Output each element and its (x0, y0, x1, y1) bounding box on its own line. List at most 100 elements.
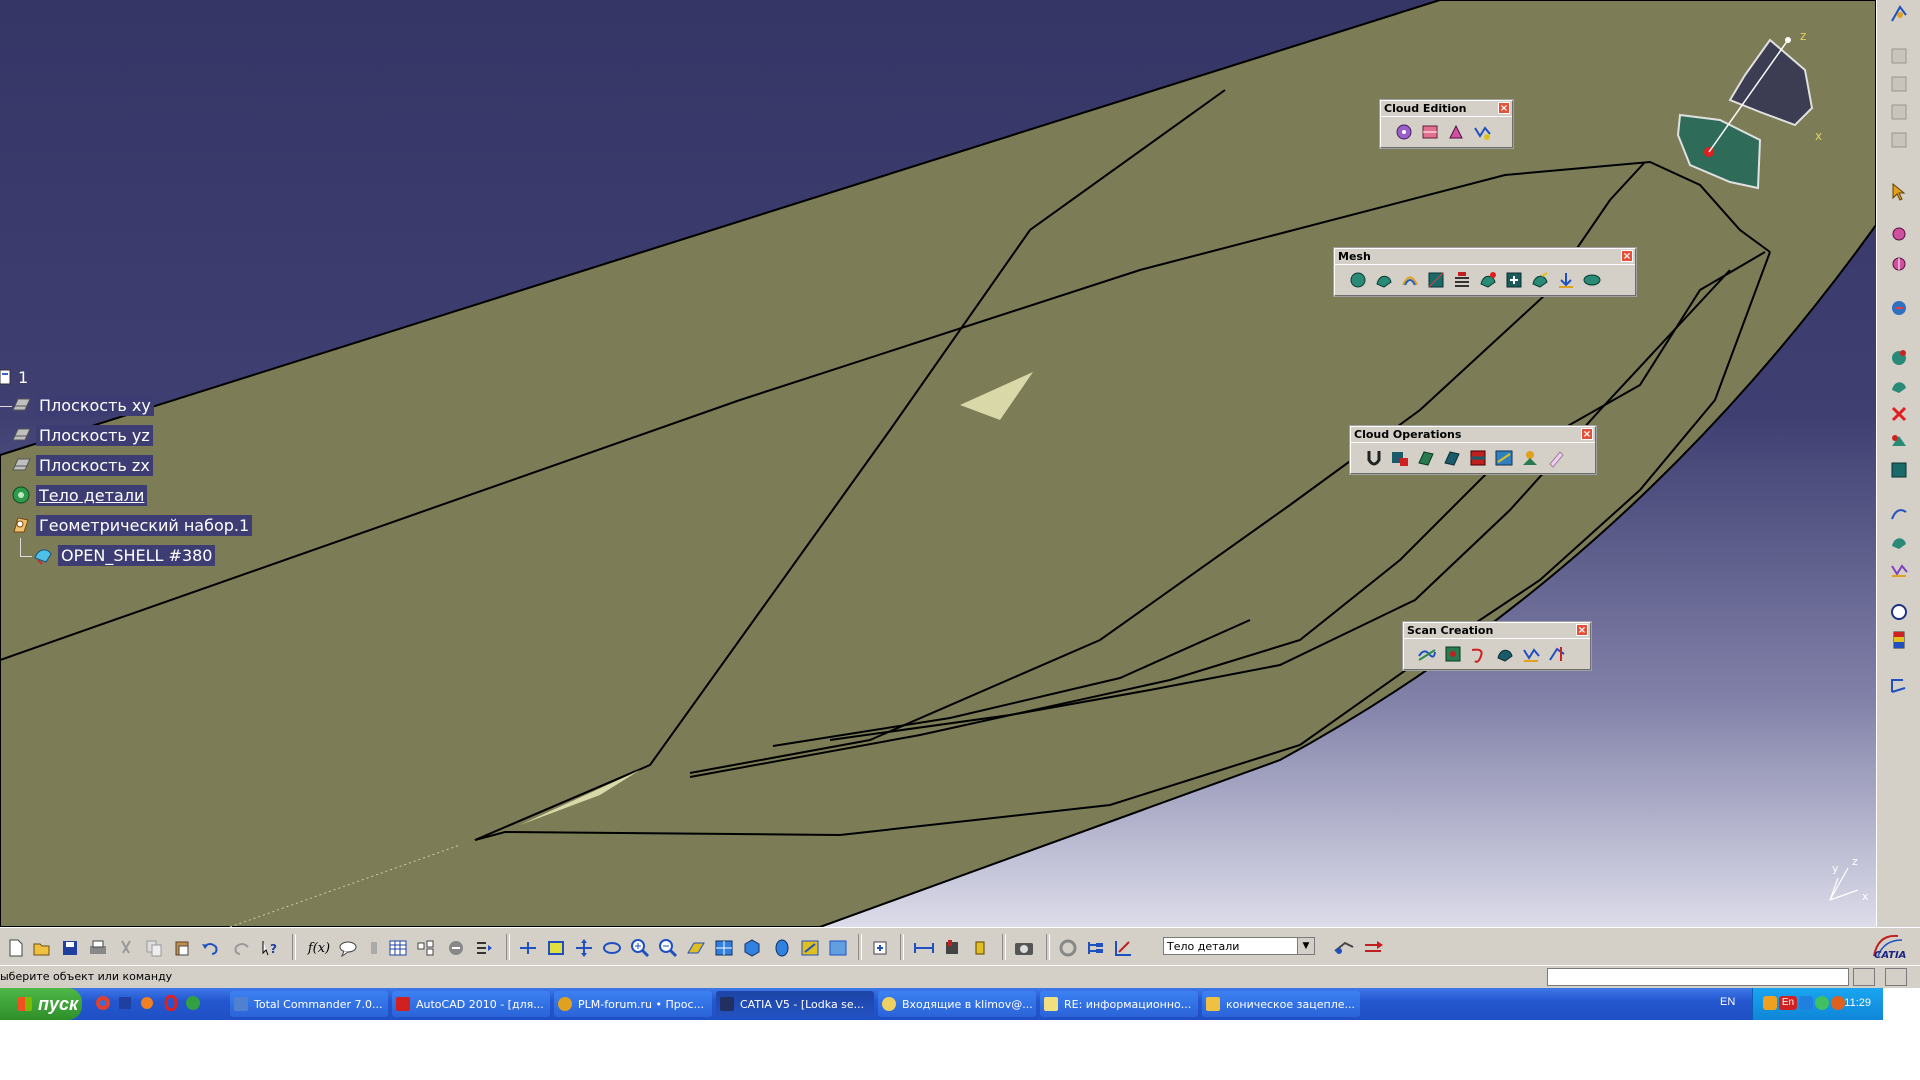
grayed-tool-icon[interactable] (1887, 128, 1911, 152)
tree-item-geometrical-set[interactable]: Геометрический набор.1 (10, 514, 253, 536)
opera-icon[interactable] (162, 994, 180, 1012)
mesh-tool-icon[interactable] (1887, 346, 1911, 370)
language-indicator[interactable]: EN (1720, 996, 1735, 1008)
info-icon[interactable] (1887, 296, 1911, 320)
swap-visible-space-icon[interactable] (826, 936, 850, 960)
reorder-icon[interactable] (1362, 936, 1386, 960)
isometric-view-icon[interactable] (740, 936, 764, 960)
shading-icon[interactable] (770, 936, 794, 960)
cloud-import-icon[interactable] (1887, 222, 1911, 246)
activate-cloud-icon[interactable] (1391, 120, 1417, 144)
align-icon[interactable] (1439, 446, 1465, 470)
merge-clouds-icon[interactable] (1361, 446, 1387, 470)
taskbar-item-catia[interactable]: CATIA V5 - [Lodka se... (716, 991, 874, 1017)
surface-tool-icon[interactable] (1887, 530, 1911, 554)
curve-tool-icon[interactable] (1887, 502, 1911, 526)
mesh-creation-icon[interactable] (1345, 268, 1371, 292)
select-arrow-icon[interactable] (1887, 180, 1911, 204)
tray-app-icon[interactable] (1831, 996, 1845, 1010)
cloud-export-icon[interactable] (1887, 252, 1911, 276)
whats-this-icon[interactable]: ? (258, 936, 282, 960)
close-icon[interactable]: × (1498, 102, 1510, 114)
current-body-select[interactable]: Тело детали ▼ (1163, 937, 1315, 955)
knowledge-icon[interactable] (362, 936, 386, 960)
define-in-work-object-icon[interactable] (1332, 936, 1356, 960)
cloud-operations-toolbar[interactable]: Cloud Operations × (1350, 426, 1596, 474)
tray-network-icon[interactable] (1799, 996, 1813, 1010)
protect-points-icon[interactable] (1469, 120, 1495, 144)
fit-all-icon[interactable] (544, 936, 568, 960)
grayed-tool-icon[interactable] (1887, 100, 1911, 124)
print-icon[interactable] (86, 936, 110, 960)
remove-points-icon[interactable] (1443, 120, 1469, 144)
toolbar-title[interactable]: Mesh × (1335, 249, 1635, 264)
fly-mode-icon[interactable] (516, 936, 540, 960)
power-input-field[interactable] (1547, 968, 1849, 986)
color-scale-icon[interactable] (1887, 628, 1911, 652)
free-edges-icon[interactable] (1466, 642, 1492, 666)
grayed-tool-icon[interactable] (1887, 72, 1911, 96)
copy-icon[interactable] (142, 936, 166, 960)
measure-item-icon[interactable] (940, 936, 964, 960)
status-button[interactable] (1853, 968, 1875, 986)
offset-mesh-icon[interactable] (1371, 268, 1397, 292)
planar-sections-icon[interactable] (1414, 642, 1440, 666)
mesh-tool-icon[interactable] (1887, 458, 1911, 482)
cloud-to-cloud-icon[interactable] (1465, 446, 1491, 470)
chrome-icon[interactable] (94, 994, 112, 1012)
tray-app-icon[interactable] (1815, 996, 1829, 1010)
update-icon[interactable] (868, 936, 892, 960)
tree-item-plane-xy[interactable]: Плоскость xy (10, 394, 154, 416)
zoom-out-icon[interactable] (656, 936, 680, 960)
zoom-in-icon[interactable] (628, 936, 652, 960)
undo-icon[interactable] (198, 936, 222, 960)
scan-from-points-icon[interactable] (1544, 642, 1570, 666)
interactive-triangle-creation-icon[interactable] (1527, 268, 1553, 292)
delete-icon[interactable] (1887, 402, 1911, 426)
tree-item-open-shell[interactable]: OPEN_SHELL #380 (32, 544, 216, 566)
messenger-icon[interactable] (184, 994, 202, 1012)
taskbar-item-plm-forum[interactable]: PLM-forum.ru • Прос... (554, 991, 712, 1017)
hide-show-icon[interactable] (798, 936, 822, 960)
projection-icon[interactable] (1413, 446, 1439, 470)
scan-on-cloud-icon[interactable] (1492, 642, 1518, 666)
comment-icon[interactable] (336, 936, 360, 960)
pan-icon[interactable] (572, 936, 596, 960)
close-icon[interactable]: × (1581, 428, 1593, 440)
curvature-analysis-icon[interactable] (1440, 642, 1466, 666)
split-icon[interactable] (1387, 446, 1413, 470)
mesh-tool-icon[interactable] (1887, 430, 1911, 454)
analysis-tool-icon[interactable] (1887, 600, 1911, 624)
filter-cloud-icon[interactable] (1417, 120, 1443, 144)
clock[interactable]: 11:29 (1844, 997, 1871, 1009)
grayed-tool-icon[interactable] (1887, 44, 1911, 68)
rough-offset-icon[interactable] (1397, 268, 1423, 292)
tray-language-icon[interactable]: En (1779, 996, 1797, 1010)
compare-icon[interactable] (1543, 446, 1569, 470)
list-tool-icon[interactable] (472, 936, 496, 960)
toolbar-title[interactable]: Cloud Operations × (1351, 427, 1595, 442)
cloud-edition-toolbar[interactable]: Cloud Edition × (1380, 100, 1513, 148)
new-file-icon[interactable] (4, 936, 28, 960)
measure-between-icon[interactable] (912, 936, 936, 960)
decimation-icon[interactable] (1553, 268, 1579, 292)
cut-icon[interactable] (114, 936, 138, 960)
mesh-toolbar[interactable]: Mesh × (1334, 248, 1636, 296)
scan-tool-icon[interactable] (1887, 558, 1911, 582)
normal-view-icon[interactable] (684, 936, 708, 960)
view-tool-icon[interactable] (1887, 674, 1911, 698)
workbench-icon[interactable] (1887, 2, 1911, 26)
rotate-icon[interactable] (600, 936, 624, 960)
close-icon[interactable]: × (1576, 624, 1588, 636)
curve-projection-icon[interactable] (1518, 642, 1544, 666)
catalog-icon[interactable] (414, 936, 438, 960)
align-with-constraints-icon[interactable] (1491, 446, 1517, 470)
firefox-icon[interactable] (138, 994, 156, 1012)
redo-icon[interactable] (230, 936, 254, 960)
status-button[interactable] (1885, 968, 1907, 986)
taskbar-item-total-commander[interactable]: Total Commander 7.0... (230, 991, 388, 1017)
measure-inertia-icon[interactable] (968, 936, 992, 960)
flip-edges-icon[interactable] (1423, 268, 1449, 292)
paste-icon[interactable] (170, 936, 194, 960)
pattern-icon[interactable] (444, 936, 468, 960)
